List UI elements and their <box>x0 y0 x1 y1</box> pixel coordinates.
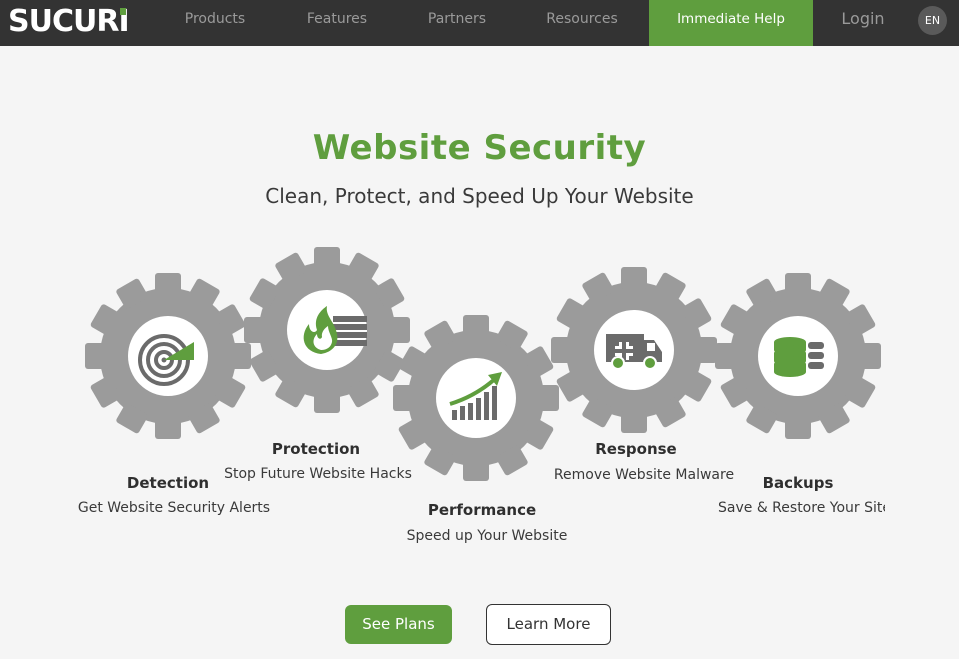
language-selector[interactable]: EN <box>918 6 947 35</box>
backups-description-clip: Save & Restore Your Site <box>690 498 885 522</box>
nav-immediate-help-button[interactable]: Immediate Help <box>649 0 813 46</box>
performance-title: Performance <box>427 501 537 519</box>
nav-login[interactable]: Login <box>828 0 898 46</box>
backups-title: Backups <box>762 474 834 492</box>
performance-gear <box>393 315 559 481</box>
firewall-icon <box>303 306 367 354</box>
ambulance-icon <box>606 334 662 370</box>
protection-title: Protection <box>271 440 361 458</box>
learn-more-button[interactable]: Learn More <box>486 604 611 645</box>
logo-text: SUCURI <box>8 4 129 36</box>
top-navigation-bar: SUCURI Products Features Partners Resour… <box>0 0 959 46</box>
growth-chart-icon <box>449 372 502 420</box>
detection-description: Get Website Security Alerts <box>77 500 271 516</box>
nav-products[interactable]: Products <box>170 0 260 46</box>
detection-gear <box>85 273 251 439</box>
protection-description: Stop Future Website Hacks <box>224 466 412 482</box>
sucuri-logo[interactable]: SUCURI <box>6 4 131 36</box>
page-subtitle: Clean, Protect, and Speed Up Your Websit… <box>265 184 694 208</box>
protection-gear <box>244 247 410 413</box>
performance-description: Speed up Your Website <box>406 528 568 544</box>
feature-gears <box>85 247 881 481</box>
page-title: Website Security <box>312 128 647 168</box>
nav-features[interactable]: Features <box>292 0 382 46</box>
backups-description: Save & Restore Your Site <box>718 500 885 516</box>
database-icon <box>774 337 824 377</box>
backups-gear <box>715 273 881 439</box>
response-title: Response <box>595 440 677 458</box>
nav-resources[interactable]: Resources <box>537 0 627 46</box>
response-gear <box>551 267 717 433</box>
radar-icon <box>138 334 194 386</box>
see-plans-button[interactable]: See Plans <box>345 605 452 644</box>
nav-partners[interactable]: Partners <box>412 0 502 46</box>
